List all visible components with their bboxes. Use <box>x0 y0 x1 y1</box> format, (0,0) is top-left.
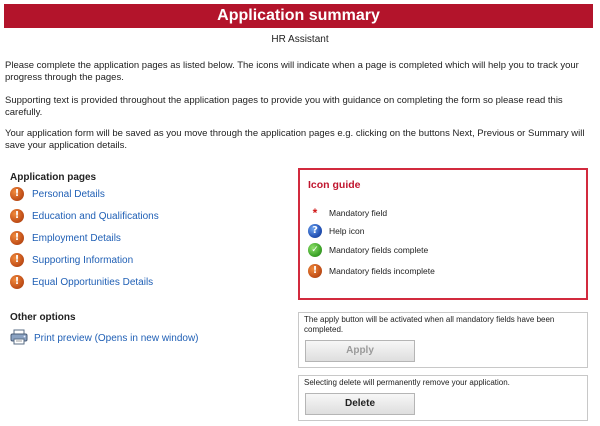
app-item-education: ! Education and Qualifications <box>10 208 159 224</box>
print-preview-link[interactable]: Print preview (Opens in new window) <box>34 333 199 344</box>
equal-opportunities-link[interactable]: Equal Opportunities Details <box>32 277 153 288</box>
guide-row-incomplete: ! Mandatory fields incomplete <box>308 264 435 278</box>
incomplete-icon: ! <box>10 187 24 201</box>
employment-details-link[interactable]: Employment Details <box>32 233 121 244</box>
app-item-personal-details: ! Personal Details <box>10 186 105 202</box>
guide-row-complete: ✓ Mandatory fields complete <box>308 243 428 257</box>
help-icon: ? <box>308 224 322 238</box>
apply-panel-text: The apply button will be activated when … <box>304 315 555 334</box>
icon-guide-title: Icon guide <box>308 179 361 191</box>
guide-label-complete: Mandatory fields complete <box>329 245 429 255</box>
intro-paragraph-2: Supporting text is provided throughout t… <box>5 95 563 118</box>
exclamation-icon: ! <box>308 264 322 278</box>
intro-paragraph-3: Your application form will be saved as y… <box>5 128 585 151</box>
personal-details-link[interactable]: Personal Details <box>32 189 105 200</box>
delete-button[interactable]: Delete <box>305 393 415 415</box>
guide-label-incomplete: Mandatory fields incomplete <box>329 266 435 276</box>
application-pages-heading: Application pages <box>10 172 97 183</box>
incomplete-icon: ! <box>10 253 24 267</box>
delete-panel-text: Selecting delete will permanently remove… <box>304 378 510 387</box>
check-icon: ✓ <box>308 243 322 257</box>
supporting-information-link[interactable]: Supporting Information <box>32 255 133 266</box>
incomplete-icon: ! <box>10 209 24 223</box>
page-subtitle: HR Assistant <box>271 34 329 45</box>
delete-panel: Selecting delete will permanently remove… <box>298 375 588 421</box>
icon-guide-box: Icon guide * Mandatory field ? Help icon… <box>298 168 588 300</box>
guide-row-mandatory: * Mandatory field <box>308 206 387 220</box>
intro-paragraph-1: Please complete the application pages as… <box>5 60 579 83</box>
guide-label-mandatory: Mandatory field <box>329 208 388 218</box>
guide-label-help: Help icon <box>329 226 365 236</box>
printer-icon[interactable] <box>10 329 28 348</box>
incomplete-icon: ! <box>10 231 24 245</box>
incomplete-icon: ! <box>10 275 24 289</box>
apply-button[interactable]: Apply <box>305 340 415 362</box>
apply-panel: The apply button will be activated when … <box>298 312 588 368</box>
print-preview-row: Print preview (Opens in new window) <box>10 329 199 348</box>
asterisk-icon: * <box>312 206 318 220</box>
page-banner: Application summary <box>4 4 593 28</box>
app-item-equal-opportunities: ! Equal Opportunities Details <box>10 274 153 290</box>
other-options-heading: Other options <box>10 312 76 323</box>
guide-row-help: ? Help icon <box>308 224 364 238</box>
app-item-employment: ! Employment Details <box>10 230 121 246</box>
education-qualifications-link[interactable]: Education and Qualifications <box>32 211 159 222</box>
app-item-supporting-info: ! Supporting Information <box>10 252 133 268</box>
